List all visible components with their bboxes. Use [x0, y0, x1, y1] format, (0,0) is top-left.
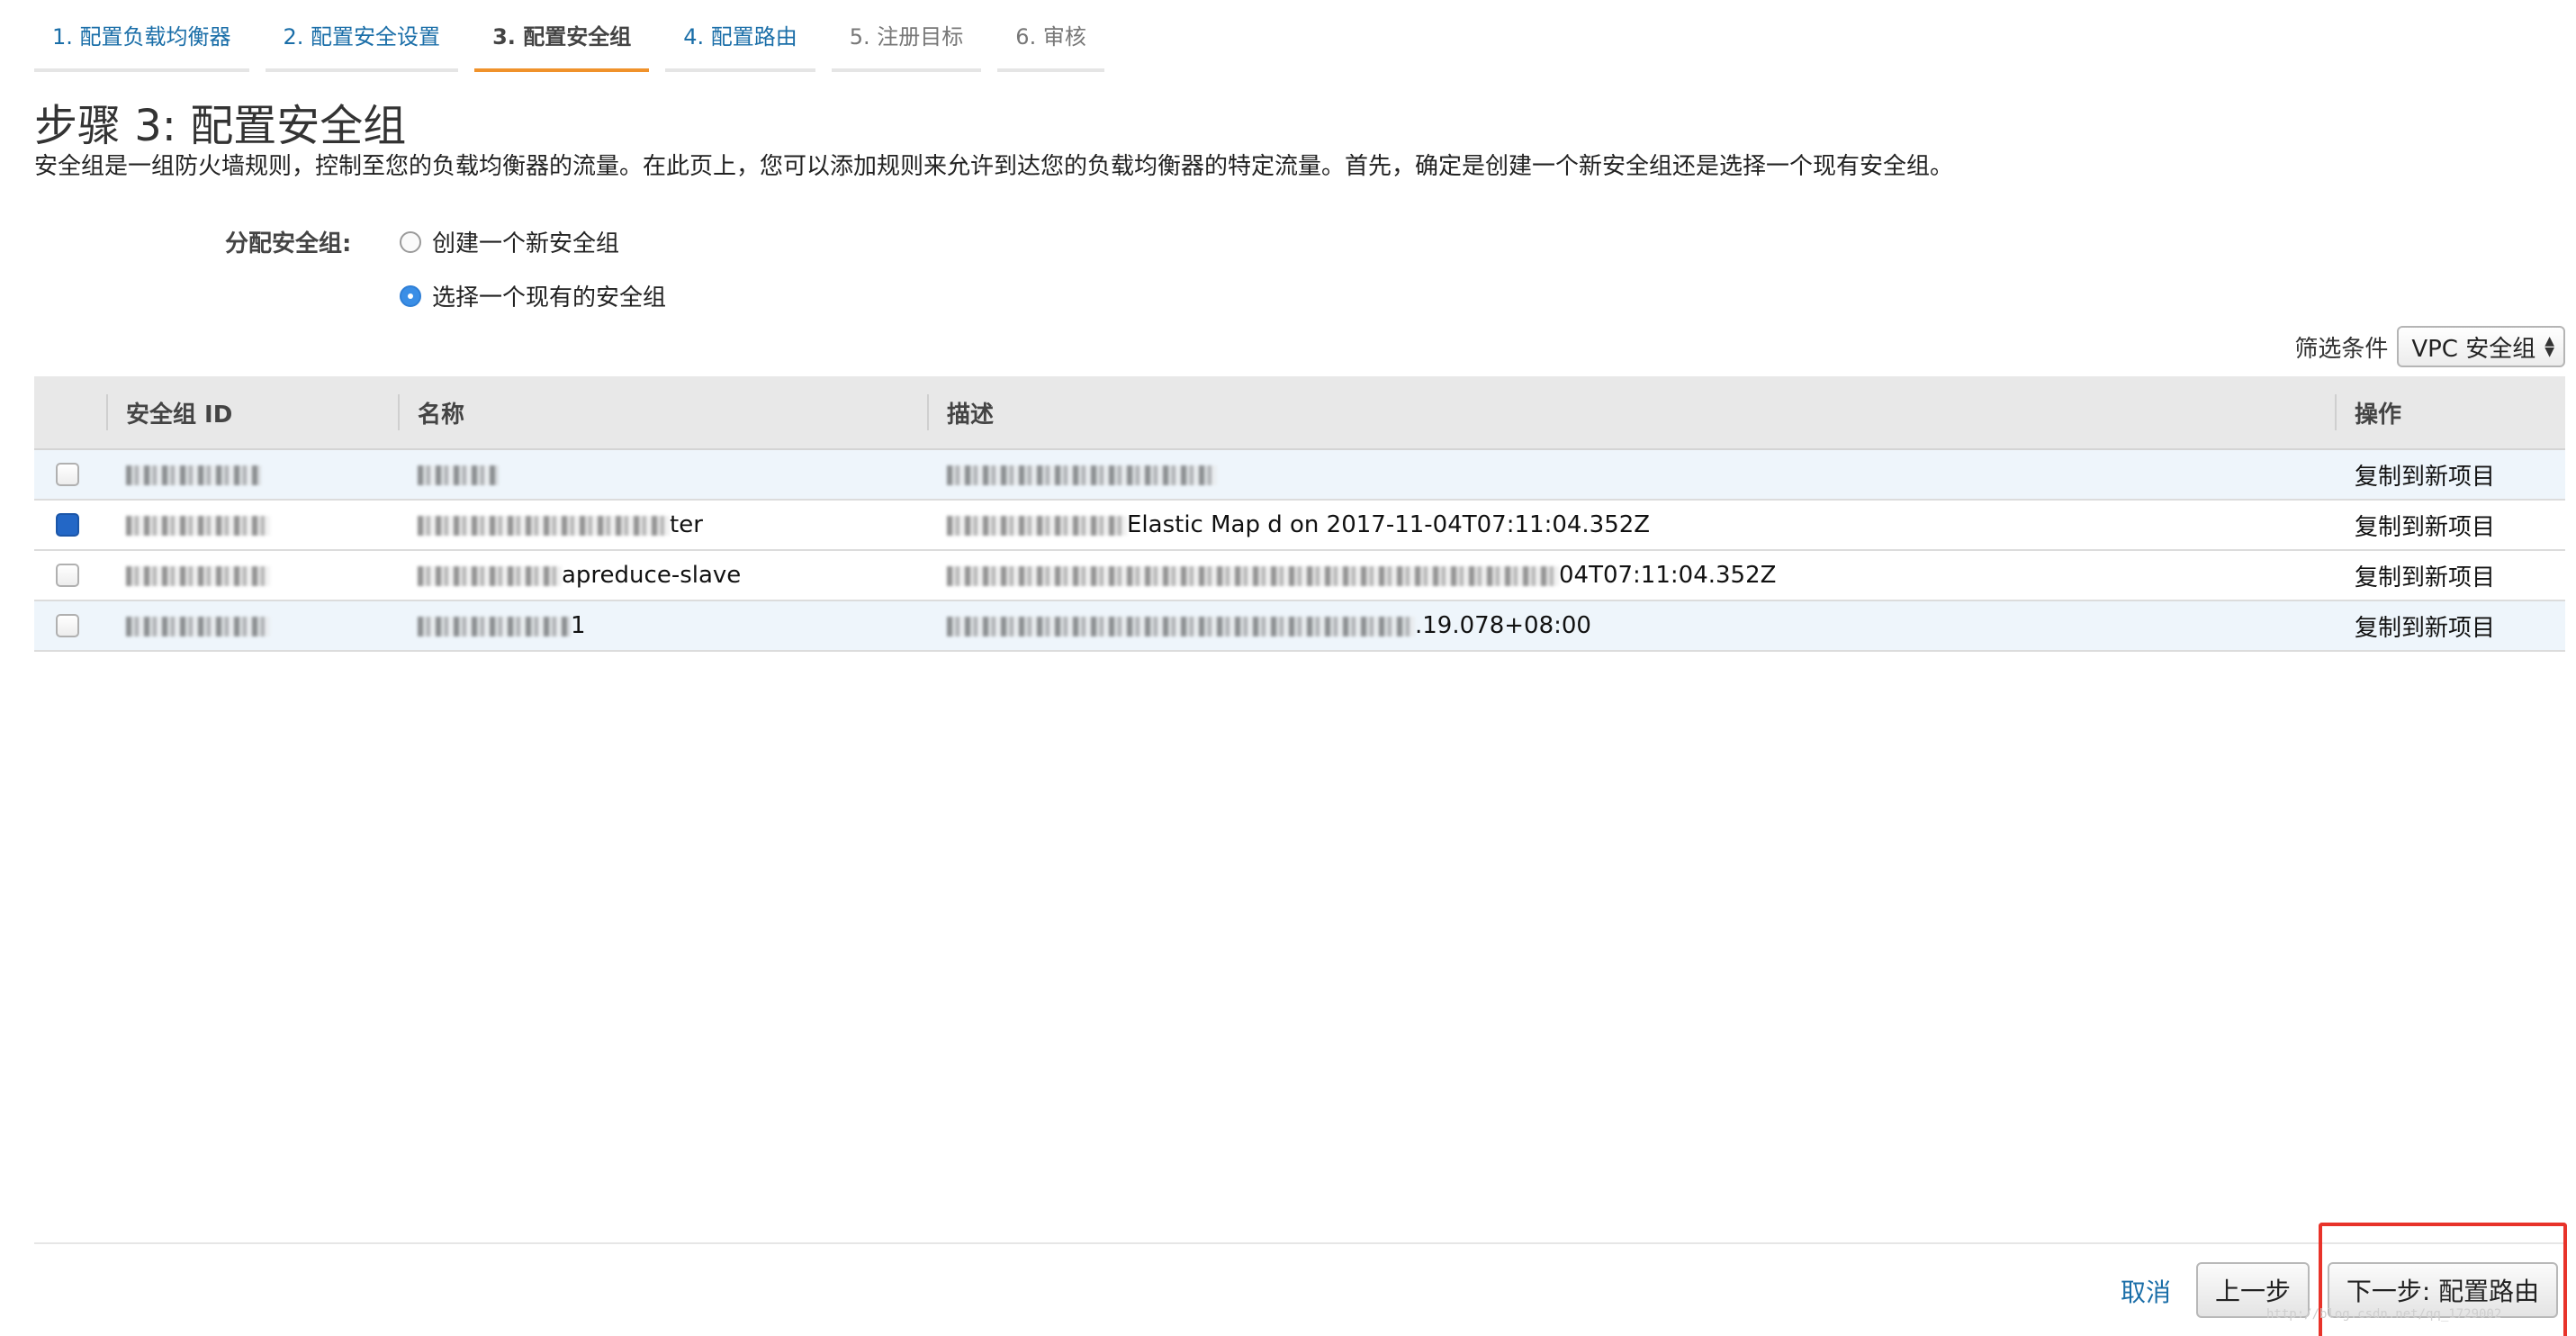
cancel-button[interactable]: 取消: [2121, 1273, 2171, 1309]
row-checkbox[interactable]: [56, 564, 79, 587]
sg-desc-cell: .19.078+08:00: [927, 600, 2335, 652]
create-new-sg-label: 创建一个新安全组: [432, 230, 620, 257]
copy-to-new-link[interactable]: 复制到新项目: [2335, 500, 2565, 551]
filter-label: 筛选条件: [2294, 335, 2389, 363]
header-sg-id[interactable]: 安全组 ID: [106, 376, 398, 450]
table-row[interactable]: 复制到新项目: [34, 449, 2565, 501]
step-1-configure-load-balancer[interactable]: 1. 配置负载均衡器: [34, 0, 249, 72]
filter-bar: 筛选条件 VPC 安全组 ▲ ▼: [2294, 326, 2565, 367]
assign-security-group-label: 分配安全组:: [225, 230, 352, 257]
step-3-configure-security-groups[interactable]: 3. 配置安全组: [474, 0, 650, 72]
sg-name-cell: 1: [398, 600, 927, 652]
header-description[interactable]: 描述: [927, 376, 2335, 450]
page-description: 安全组是一组防火墙规则，控制至您的负载均衡器的流量。在此页上，您可以添加规则来允…: [34, 153, 1954, 180]
filter-select[interactable]: VPC 安全组 ▲ ▼: [2397, 326, 2565, 367]
sg-name-cell: ter: [398, 500, 927, 551]
watermark: http://blog.csdn.net/qq_1729002: [2266, 1307, 2502, 1322]
table-row[interactable]: apreduce-slave 04T07:11:04.352Z 复制到新项目: [34, 550, 2565, 601]
sg-name-cell: [398, 449, 927, 501]
radio-create-new-sg[interactable]: [400, 230, 421, 253]
filter-selected-value: VPC 安全组: [2411, 335, 2536, 363]
sg-id-cell: [106, 500, 398, 551]
wizard-steps: 1. 配置负载均衡器 2. 配置安全设置 3. 配置安全组 4. 配置路由 5.…: [34, 0, 1121, 72]
radio-select-existing-sg[interactable]: [400, 284, 421, 307]
row-checkbox[interactable]: [56, 513, 79, 537]
step-5-register-targets: 5. 注册目标: [831, 0, 982, 72]
create-new-sg-option[interactable]: 创建一个新安全组: [400, 225, 619, 258]
sg-name-cell: apreduce-slave: [398, 550, 927, 601]
table-row[interactable]: 1 .19.078+08:00 复制到新项目: [34, 600, 2565, 652]
footer-divider: [34, 1242, 2565, 1244]
step-4-configure-routing[interactable]: 4. 配置路由: [665, 0, 815, 72]
sg-desc-cell: [927, 449, 2335, 501]
page-title: 步骤 3: 配置安全组: [34, 101, 407, 151]
sg-id-cell: [106, 449, 398, 501]
step-6-review: 6. 审核: [997, 0, 1104, 72]
row-checkbox[interactable]: [56, 463, 79, 486]
step-2-configure-security-settings[interactable]: 2. 配置安全设置: [265, 0, 459, 72]
sg-desc-cell: 04T07:11:04.352Z: [927, 550, 2335, 601]
row-checkbox[interactable]: [56, 614, 79, 637]
sg-id-cell: [106, 600, 398, 652]
copy-to-new-link[interactable]: 复制到新项目: [2335, 550, 2565, 601]
header-name[interactable]: 名称: [398, 376, 927, 450]
sg-desc-cell: Elastic Map d on 2017-11-04T07:11:04.352…: [927, 500, 2335, 551]
header-actions: 操作: [2335, 376, 2565, 450]
sg-id-cell: [106, 550, 398, 601]
header-select: [34, 376, 106, 450]
table-header-row: 安全组 ID 名称 描述 操作: [34, 376, 2565, 450]
table-row[interactable]: ter Elastic Map d on 2017-11-04T07:11:04…: [34, 500, 2565, 551]
copy-to-new-link[interactable]: 复制到新项目: [2335, 600, 2565, 652]
select-arrows-icon: ▲ ▼: [2544, 334, 2554, 359]
copy-to-new-link[interactable]: 复制到新项目: [2335, 449, 2565, 501]
security-groups-table: 安全组 ID 名称 描述 操作 复制到新项目 ter Elastic Map d…: [34, 376, 2565, 652]
select-existing-sg-option[interactable]: 选择一个现有的安全组: [400, 279, 666, 312]
select-existing-sg-label: 选择一个现有的安全组: [432, 284, 667, 311]
